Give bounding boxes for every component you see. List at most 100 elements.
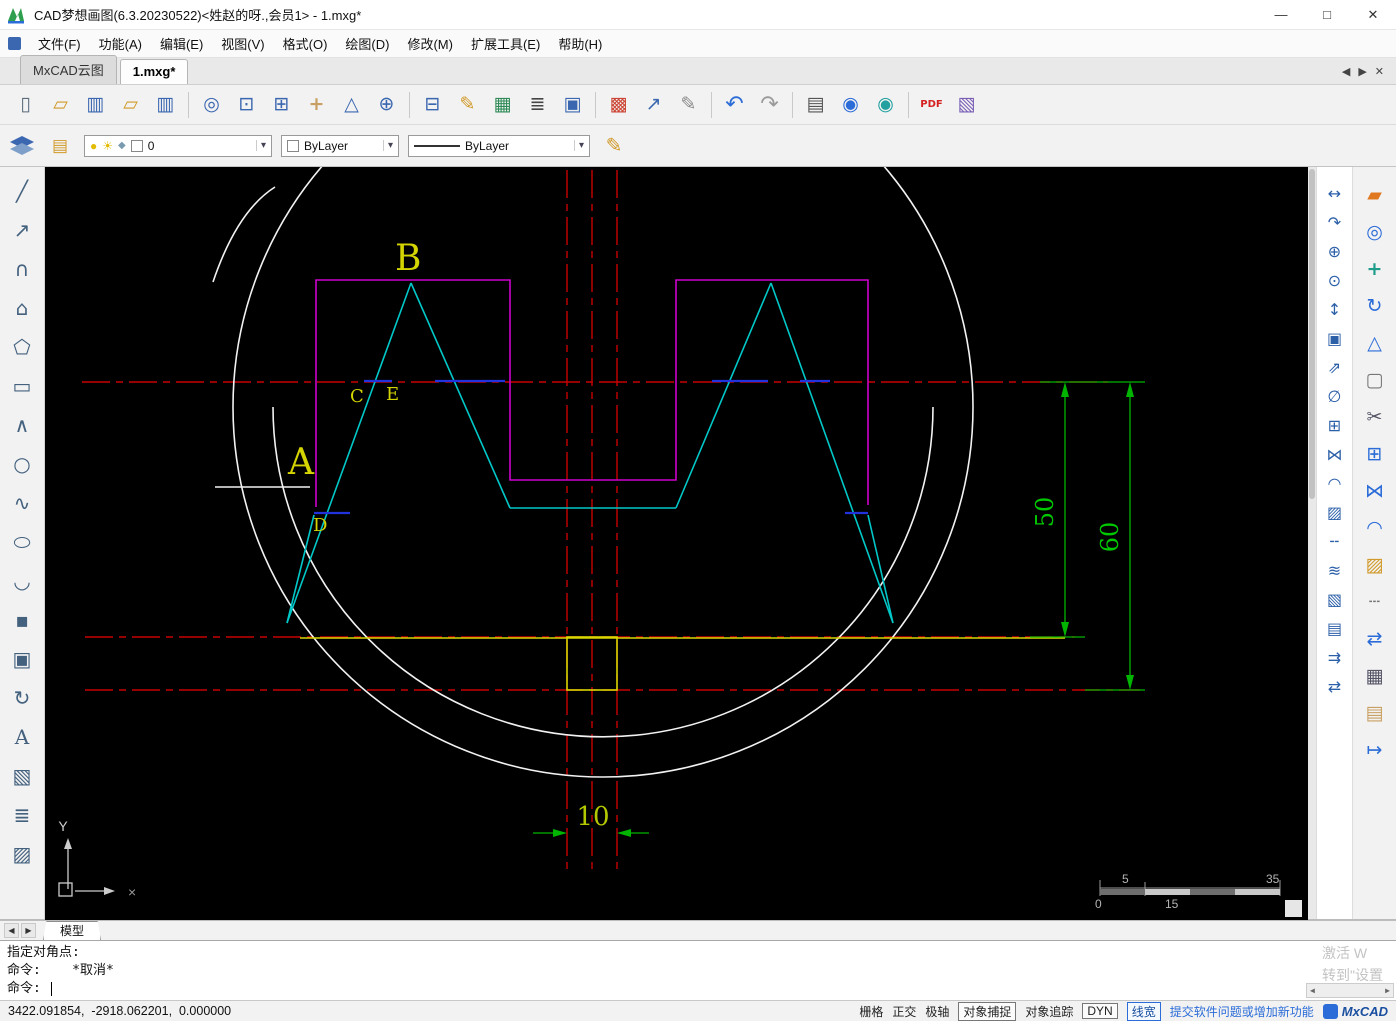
toggle-dyn[interactable]: DYN <box>1082 1003 1118 1019</box>
view-3d-icon[interactable]: ▧ <box>1320 587 1350 611</box>
export-view-icon[interactable]: ↗ <box>636 89 671 121</box>
text-tool-icon[interactable]: A <box>4 719 40 754</box>
block-insert-tool-icon[interactable]: ▣ <box>4 641 40 676</box>
image-insert-tool-icon[interactable]: ▧ <box>4 758 40 793</box>
tab-next-icon[interactable]: ▶ <box>1358 65 1366 78</box>
gradient-fill-icon[interactable]: ▨ <box>1358 553 1392 577</box>
paste-clipboard-icon[interactable]: ▤ <box>1358 701 1392 725</box>
polygon2-tool-icon[interactable]: ⬠ <box>4 329 40 364</box>
drawing-canvas[interactable]: 50 60 10 B C E A D Y × 5 35 0 15 <box>45 167 1308 920</box>
scale-icon[interactable]: △ <box>1358 331 1392 355</box>
linetype-scale-icon[interactable]: ╌ <box>1320 529 1350 553</box>
undo-icon[interactable]: ↶ <box>717 89 752 121</box>
close-button[interactable]: ✕ <box>1350 0 1396 29</box>
dim-diameter-icon[interactable]: ∅ <box>1320 384 1350 408</box>
open-file-icon[interactable]: ▱ <box>43 89 78 121</box>
menu-function[interactable]: 功能(A) <box>90 30 151 57</box>
dim-ordinate-icon[interactable]: ↕ <box>1320 297 1350 321</box>
zoom-window-tool-icon[interactable]: ▣ <box>1320 326 1350 350</box>
command-window[interactable]: 指定对角点: 命令: *取消* 命令: 激活 W 转到"设置 ◀ ▶ <box>0 940 1396 1000</box>
ellipse-arc-tool-icon[interactable]: ◡ <box>4 563 40 598</box>
lengthen-icon[interactable]: ⇄ <box>1358 627 1392 651</box>
canvas-vertical-scrollbar[interactable] <box>1308 167 1316 919</box>
system-menu-icon[interactable] <box>8 37 21 50</box>
layer-select[interactable]: ● ☀ ◆ 0 ▾ <box>84 134 272 157</box>
layout-next-icon[interactable]: ▶ <box>21 923 36 938</box>
polyline-tool-icon[interactable]: ∧ <box>4 407 40 442</box>
copy-icon[interactable]: ◎ <box>1358 220 1392 244</box>
new-file-icon[interactable]: ▯ <box>8 89 43 121</box>
zoom-window-icon[interactable]: ⊡ <box>229 89 264 121</box>
mtext-tool-icon[interactable]: ≣ <box>4 797 40 832</box>
feedback-link[interactable]: 提交软件问题或增加新功能 <box>1170 1003 1314 1020</box>
tab-mxcad-cloud[interactable]: MxCAD云图 <box>20 55 117 84</box>
minimize-button[interactable]: — <box>1258 0 1304 29</box>
save-icon[interactable]: ▥ <box>78 89 113 121</box>
menu-view[interactable]: 视图(V) <box>212 30 273 57</box>
tab-close-icon[interactable]: ✕ <box>1375 65 1384 78</box>
menu-format[interactable]: 格式(O) <box>274 30 337 57</box>
move-icon[interactable]: + <box>1358 257 1392 281</box>
paste-block-icon[interactable]: ▤ <box>1320 616 1350 640</box>
hatch-edit-icon[interactable]: ▨ <box>1320 500 1350 524</box>
polygon-tool-icon[interactable]: ⌂ <box>4 290 40 325</box>
line-tool-icon[interactable]: ╱ <box>4 173 40 208</box>
publish-web-icon[interactable]: ◉ <box>833 89 868 121</box>
pan-tool-icon[interactable]: ⊕ <box>1320 239 1350 263</box>
rotate-tool-icon[interactable]: ↻ <box>4 680 40 715</box>
layout-prev-icon[interactable]: ◀ <box>4 923 19 938</box>
spline-tool-icon[interactable]: ∿ <box>4 485 40 520</box>
toggle-grid[interactable]: 栅格 <box>859 1003 883 1020</box>
insert-table-icon[interactable]: ▦ <box>485 89 520 121</box>
command-horizontal-scrollbar[interactable]: ◀ ▶ <box>1306 983 1394 998</box>
dim-aligned-icon[interactable]: ⇗ <box>1320 355 1350 379</box>
layers-icon[interactable] <box>8 134 36 158</box>
zoom-in-icon[interactable]: ⊕ <box>369 89 404 121</box>
toggle-polar[interactable]: 极轴 <box>925 1003 949 1020</box>
color-select[interactable]: ByLayer ▾ <box>281 134 399 157</box>
align-tool-icon[interactable]: ⇉ <box>1320 645 1350 669</box>
text-style-icon[interactable]: ≣ <box>520 89 555 121</box>
command-prompt-line[interactable]: 命令: <box>7 980 1396 998</box>
pan-icon[interactable]: + <box>299 89 334 121</box>
open-folder-icon[interactable]: ▱ <box>113 89 148 121</box>
tab-model[interactable]: 模型 <box>43 920 102 941</box>
stretch-icon[interactable]: ▢ <box>1358 368 1392 392</box>
hatch-tool-icon[interactable]: ▨ <box>4 836 40 871</box>
trim-icon[interactable]: ✂ <box>1358 405 1392 429</box>
erase-icon[interactable]: ▰ <box>1358 183 1392 207</box>
rectangle-tool-icon[interactable]: ▭ <box>4 368 40 403</box>
layer-manager-icon[interactable]: ▤ <box>45 131 75 161</box>
export-image-icon[interactable]: ▧ <box>949 89 984 121</box>
mirror-tool-icon[interactable]: ⋈ <box>1320 442 1350 466</box>
print-icon[interactable]: ▤ <box>798 89 833 121</box>
arc-tool-icon[interactable]: ∩ <box>4 251 40 286</box>
zoom-scale-icon[interactable]: △ <box>334 89 369 121</box>
draw-order-pencil-icon[interactable]: ✎ <box>599 131 629 161</box>
toggle-osnap[interactable]: 对象捕捉 <box>958 1001 1017 1021</box>
ellipse-tool-icon[interactable]: ⬭ <box>4 524 40 559</box>
array-tool-icon[interactable]: ⊞ <box>1320 413 1350 437</box>
linetype-select[interactable]: ByLayer ▾ <box>408 134 590 157</box>
edit-attributes-icon[interactable]: ✎ <box>671 89 706 121</box>
export-pdf-icon[interactable]: PDF <box>914 89 949 121</box>
zoom-extents-icon[interactable]: ⊞ <box>264 89 299 121</box>
menu-edit[interactable]: 编辑(E) <box>151 30 212 57</box>
tab-current-drawing[interactable]: 1.mxg* <box>119 59 189 84</box>
dim-arc-length-icon[interactable]: ↷ <box>1320 210 1350 234</box>
scrollbar-thumb[interactable] <box>1309 169 1315 499</box>
point-tool-icon[interactable]: ▪ <box>4 602 40 637</box>
mirror-icon[interactable]: ⋈ <box>1358 479 1392 503</box>
copy-clipboard-icon[interactable]: ▣ <box>555 89 590 121</box>
toggle-otrack[interactable]: 对象追踪 <box>1025 1003 1073 1020</box>
tab-prev-icon[interactable]: ◀ <box>1342 65 1350 78</box>
menu-modify[interactable]: 修改(M) <box>398 30 462 57</box>
toggle-lineweight[interactable]: 线宽 <box>1126 1001 1161 1021</box>
offset-tool-icon[interactable]: ≋ <box>1320 558 1350 582</box>
menu-draw[interactable]: 绘图(D) <box>336 30 398 57</box>
zoom-all-icon[interactable]: ◎ <box>194 89 229 121</box>
color-table-icon[interactable]: ▩ <box>601 89 636 121</box>
fillet-tool-icon[interactable]: ◠ <box>1320 471 1350 495</box>
open-web-icon[interactable]: ◉ <box>868 89 903 121</box>
solid-3d-icon[interactable]: ▦ <box>1358 664 1392 688</box>
